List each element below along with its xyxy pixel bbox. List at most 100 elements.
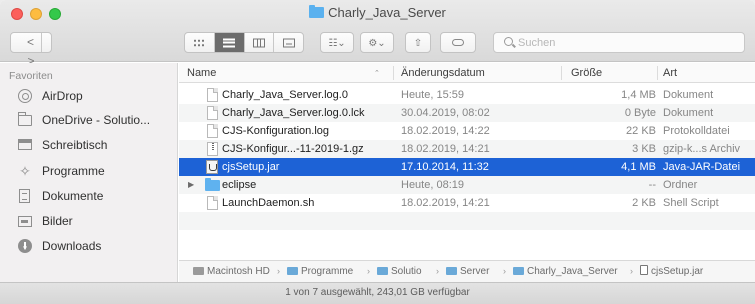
sidebar-item-pictures[interactable]: Bilder xyxy=(0,210,177,232)
file-size: 3 KB xyxy=(632,143,656,155)
file-size: 1,4 MB xyxy=(621,89,656,101)
file-name: LaunchDaemon.sh xyxy=(222,197,315,209)
disclosure-triangle-icon[interactable]: ▶ xyxy=(188,176,194,194)
window-title: Charly_Java_Server xyxy=(0,5,755,20)
group-button[interactable]: ☷⌄ xyxy=(320,32,354,53)
folder-icon xyxy=(205,178,220,191)
table-row[interactable]: Charly_Java_Server.log.0 Heute, 15:59 1,… xyxy=(179,86,755,104)
back-button[interactable]: < xyxy=(21,33,41,52)
column-date[interactable]: Änderungsdatum xyxy=(401,67,485,79)
file-kind: Protokolldatei xyxy=(663,125,730,137)
gallery-view-button[interactable] xyxy=(274,33,303,52)
path-separator: › xyxy=(630,266,633,276)
file-size: 0 Byte xyxy=(624,107,656,119)
airdrop-icon xyxy=(18,89,32,103)
sidebar-item-label: Downloads xyxy=(42,239,102,253)
sidebar-item-airdrop[interactable]: AirDrop xyxy=(0,85,177,107)
path-separator: › xyxy=(367,266,370,276)
tags-button[interactable] xyxy=(440,32,476,53)
path-item-charly-java-server[interactable]: Charly_Java_Server xyxy=(513,261,618,282)
chevron-down-icon: ⌄ xyxy=(377,38,386,49)
sidebar-item-label: Bilder xyxy=(42,214,73,228)
nav-buttons: <> xyxy=(10,32,52,68)
sidebar-item-applications[interactable]: ✧ Programme xyxy=(0,160,177,182)
icon-view-button[interactable] xyxy=(185,33,215,52)
tag-icon xyxy=(452,39,464,46)
table-row[interactable]: CJS-Konfigur...-11-2019-1.gz 18.02.2019,… xyxy=(179,140,755,158)
column-view-button[interactable] xyxy=(245,33,275,52)
file-kind: Shell Script xyxy=(663,197,719,209)
file-size: 4,1 MB xyxy=(621,161,656,173)
file-icon xyxy=(207,196,218,210)
nav-separator xyxy=(40,33,42,52)
jar-icon xyxy=(206,160,218,174)
column-divider[interactable] xyxy=(657,66,658,80)
column-divider[interactable] xyxy=(561,66,562,80)
file-name: Charly_Java_Server.log.0 xyxy=(222,89,348,101)
sidebar-item-desktop[interactable]: Schreibtisch xyxy=(0,134,177,156)
table-row[interactable]: LaunchDaemon.sh 18.02.2019, 14:21 2 KB S… xyxy=(179,194,755,212)
column-header: Name ⌃ Änderungsdatum Größe Art xyxy=(179,63,755,83)
sidebar-item-downloads[interactable]: Downloads xyxy=(0,235,177,257)
jar-icon xyxy=(640,265,648,275)
file-date: Heute, 15:59 xyxy=(401,89,464,101)
sidebar-item-label: AirDrop xyxy=(42,89,83,103)
file-icon xyxy=(207,88,218,102)
column-name[interactable]: Name xyxy=(187,67,216,79)
sidebar-item-label: OneDrive - Solutio... xyxy=(42,113,151,127)
share-button[interactable]: ⇧ xyxy=(405,32,431,53)
file-kind: Dokument xyxy=(663,107,714,119)
path-item-label: Server xyxy=(460,266,490,277)
folder-icon xyxy=(446,267,457,275)
path-item-cjssetup-jar[interactable]: cjsSetup.jar xyxy=(640,261,703,282)
applications-icon: ✧ xyxy=(19,163,31,179)
table-row[interactable]: Charly_Java_Server.log.0.lck 30.04.2019,… xyxy=(179,104,755,122)
table-row[interactable]: ▶ eclipse Heute, 08:19 -- Ordner xyxy=(179,176,755,194)
column-size[interactable]: Größe xyxy=(571,67,602,79)
list-view-button[interactable] xyxy=(214,33,245,52)
columns-icon xyxy=(252,38,265,47)
column-divider[interactable] xyxy=(393,66,394,80)
file-kind: Ordner xyxy=(663,179,698,191)
folder-icon xyxy=(287,267,298,275)
path-item-server[interactable]: Server xyxy=(446,261,489,282)
action-button[interactable]: ⚙⌄ xyxy=(360,32,394,53)
table-row-selected[interactable]: cjsSetup.jar 17.10.2014, 11:32 4,1 MB Ja… xyxy=(179,158,755,176)
search-icon xyxy=(504,37,513,46)
file-icon xyxy=(207,124,218,138)
hard-drive-icon xyxy=(193,267,204,275)
path-item-macintosh-hd[interactable]: Macintosh HD xyxy=(193,261,270,282)
file-date: 18.02.2019, 14:22 xyxy=(401,125,490,137)
downloads-icon xyxy=(18,239,32,253)
file-size: 2 KB xyxy=(632,197,656,209)
search-input[interactable] xyxy=(518,35,738,51)
file-list: Name ⌃ Änderungsdatum Größe Art Charly_J… xyxy=(179,63,755,260)
table-row[interactable]: CJS-Konfiguration.log 18.02.2019, 14:22 … xyxy=(179,122,755,140)
path-item-label: Programme xyxy=(301,266,354,277)
path-item-solutio[interactable]: Solutio xyxy=(377,261,422,282)
chevron-down-icon: ⌄ xyxy=(337,38,346,49)
search-field[interactable] xyxy=(493,32,745,53)
path-item-label: Charly_Java_Server xyxy=(527,266,618,277)
group-icon: ☷ xyxy=(328,38,338,49)
column-kind[interactable]: Art xyxy=(663,67,677,79)
path-item-programme[interactable]: Programme xyxy=(287,261,353,282)
file-kind: Dokument xyxy=(663,89,714,101)
sidebar-item-label: Programme xyxy=(42,164,105,178)
file-icon xyxy=(207,106,218,120)
finder-window: Charly_Java_Server <> ☷⌄ ⚙⌄ ⇧ Favo xyxy=(0,0,755,304)
path-bar: Macintosh HD › Programme › Solutio › Ser… xyxy=(179,260,755,282)
empty-row xyxy=(179,230,755,248)
file-date: 30.04.2019, 08:02 xyxy=(401,107,490,119)
sidebar: Favoriten AirDrop OneDrive - Solutio... … xyxy=(0,63,178,304)
empty-row xyxy=(179,212,755,230)
file-size: 22 KB xyxy=(626,125,656,137)
file-kind: gzip-k...s Archiv xyxy=(663,143,741,155)
file-name: CJS-Konfigur...-11-2019-1.gz xyxy=(222,143,364,155)
sidebar-item-documents[interactable]: Dokumente xyxy=(0,185,177,207)
path-separator: › xyxy=(503,266,506,276)
toolbar: Charly_Java_Server <> ☷⌄ ⚙⌄ ⇧ xyxy=(0,0,755,68)
file-name: cjsSetup.jar xyxy=(222,161,280,173)
sidebar-item-onedrive[interactable]: OneDrive - Solutio... xyxy=(0,109,177,131)
path-item-label: Solutio xyxy=(391,266,422,277)
